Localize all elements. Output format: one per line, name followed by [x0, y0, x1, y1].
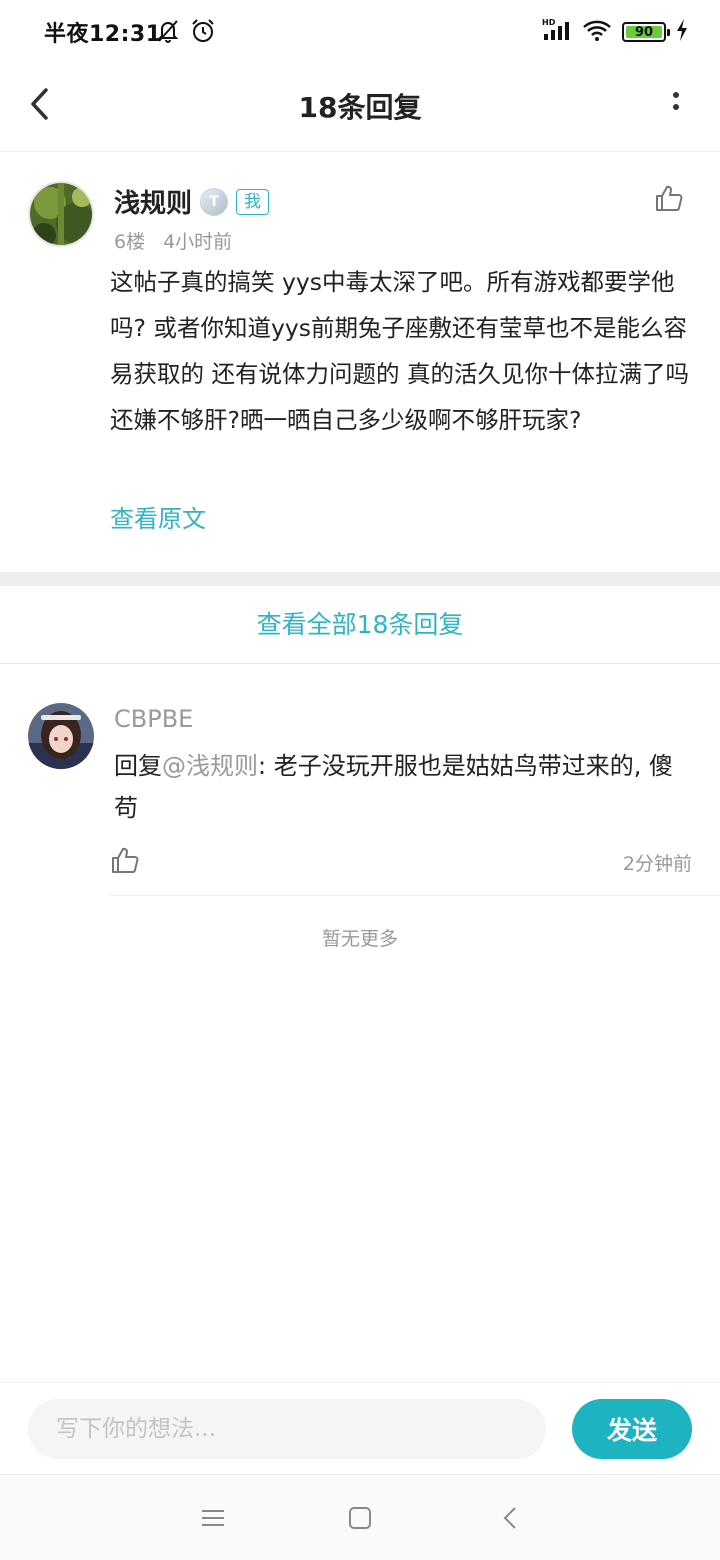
post-time: 4小时前 [163, 231, 233, 253]
reply-like-button[interactable] [110, 845, 140, 875]
comment-input[interactable] [28, 1399, 546, 1459]
mute-bell-icon [156, 18, 180, 48]
more-vertical-icon [673, 92, 679, 110]
comment-bar: 发送 [0, 1382, 720, 1474]
view-all-replies-link[interactable]: 查看全部18条回复 [0, 586, 720, 664]
home-button[interactable] [345, 1503, 375, 1533]
post-floor: 6楼 [114, 231, 146, 253]
author-avatar[interactable] [28, 181, 94, 247]
thumbs-up-icon [112, 847, 139, 873]
post-body: 这帖子真的搞笑 yys中毒太深了吧。所有游戏都要学他吗? 或者你知道yys前期兔… [110, 268, 689, 434]
home-square-icon [349, 1507, 371, 1529]
page-title: 18条回复 [298, 91, 422, 124]
reply-mention[interactable]: @浅规则 [162, 752, 258, 780]
recent-apps-button[interactable] [198, 1503, 228, 1533]
more-options-button[interactable] [666, 86, 686, 126]
me-badge: 我 [236, 188, 270, 215]
status-time: 半夜12:31 [44, 22, 162, 47]
reply-time: 2分钟前 [622, 853, 692, 875]
battery-level: 90 [634, 24, 654, 40]
system-nav-bar [0, 1474, 720, 1560]
wifi-icon [582, 18, 612, 46]
status-bar: 半夜12:31 HD 90 [0, 0, 720, 64]
reply-prefix: 回复 [114, 752, 162, 780]
reply-author-avatar[interactable] [28, 703, 94, 769]
alarm-icon [190, 18, 216, 48]
main-post: 浅规则 T 我 6楼 4小时前 这帖子真的搞笑 yys中毒太深了吧。所有游戏都要… [0, 153, 720, 573]
reply-item: CBPBE 回复@浅规则: 老子没玩开服也是姑姑鸟带过来的, 傻苟 2分钟前 [0, 665, 720, 897]
network-label: HD [542, 18, 556, 27]
thumbs-up-icon [656, 185, 683, 211]
send-button[interactable]: 发送 [572, 1399, 692, 1459]
battery-icon: 90 [622, 22, 670, 42]
reply-divider [110, 895, 720, 896]
post-like-button[interactable] [654, 183, 684, 213]
system-back-button[interactable] [496, 1503, 526, 1533]
menu-icon [202, 1510, 224, 1526]
signal-icon: HD [542, 18, 572, 46]
view-original-link[interactable]: 查看原文 [110, 499, 206, 534]
chevron-left-icon [503, 1507, 516, 1529]
section-divider [0, 572, 720, 586]
top-app-bar: 18条回复 [0, 64, 720, 152]
level-badge: T [200, 187, 229, 216]
post-author-name[interactable]: 浅规则 [114, 183, 192, 220]
charging-icon [676, 19, 688, 45]
reply-body: 回复@浅规则: 老子没玩开服也是姑姑鸟带过来的, 傻苟 [114, 745, 674, 829]
reply-author-name[interactable]: CBPBE [114, 705, 193, 733]
no-more-label: 暂无更多 [321, 928, 398, 950]
